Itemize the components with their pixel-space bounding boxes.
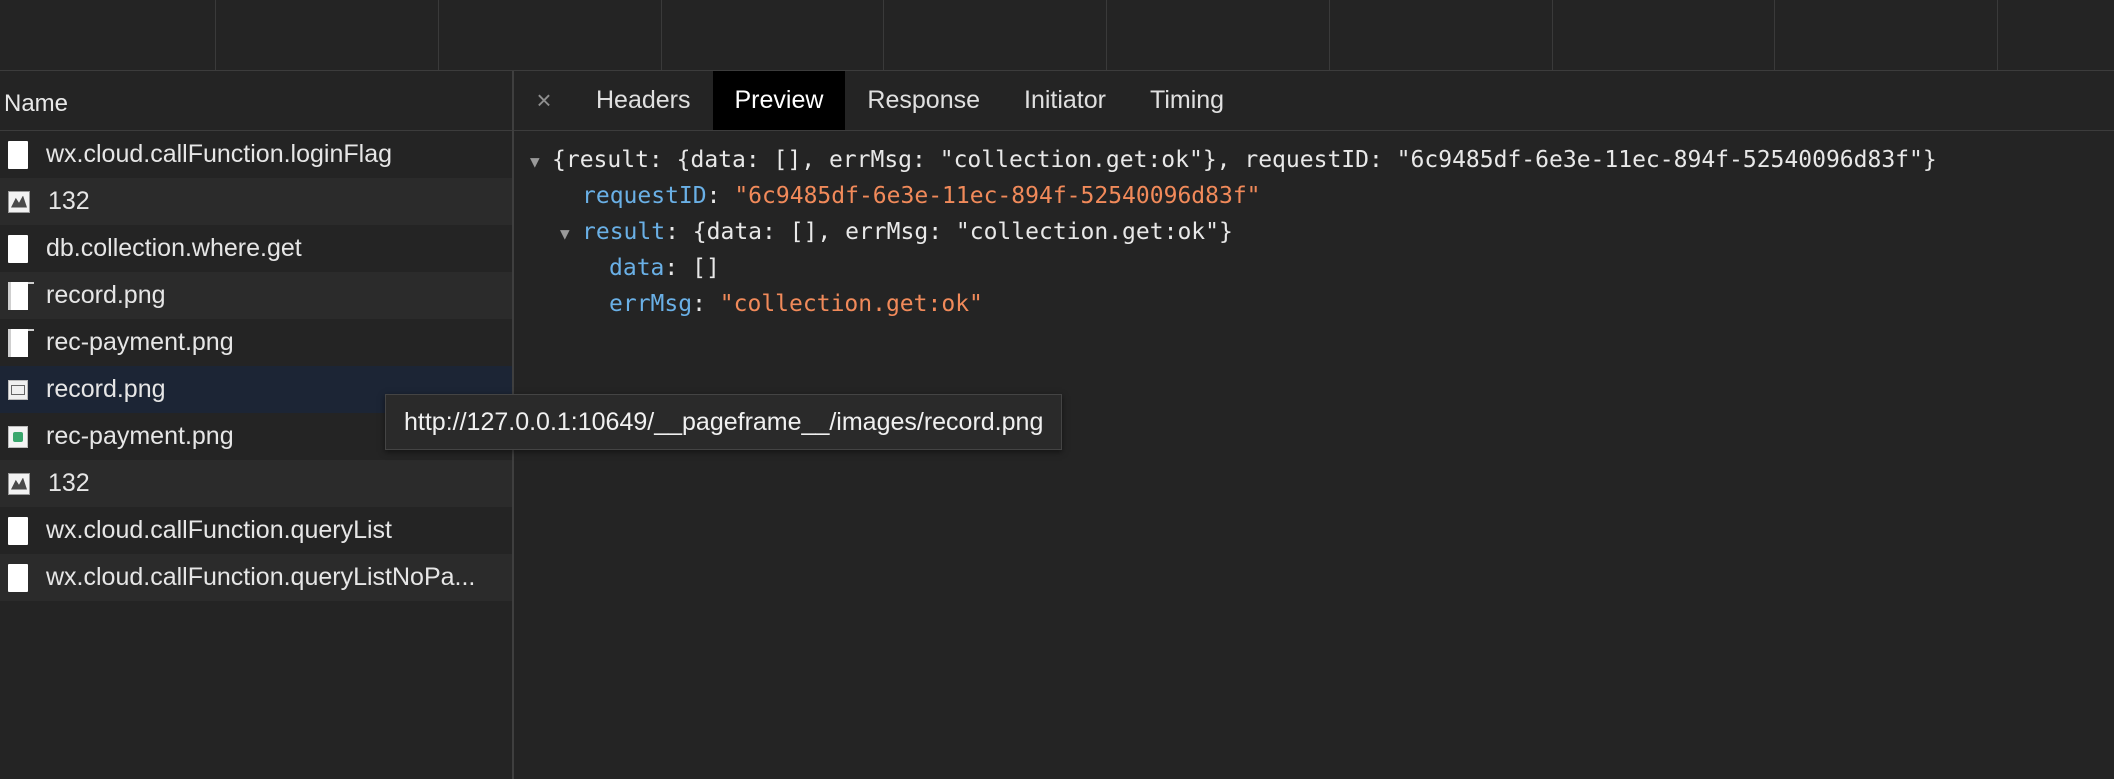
expand-triangle-icon[interactable]: ▼ (560, 218, 582, 250)
timeline-gridline (1997, 0, 1998, 70)
request-row[interactable]: 132 (0, 178, 512, 225)
image-thumbnail-icon (8, 190, 30, 213)
json-property-row: requestID: "6c9485df-6e3e-11ec-894f-5254… (582, 183, 1261, 209)
timeline-gridline (1329, 0, 1330, 70)
tab-initiator[interactable]: Initiator (1002, 71, 1128, 130)
image-thumbnail-icon (8, 472, 30, 495)
json-string-value: "collection.get:ok" (719, 291, 983, 317)
timeline-gridline (883, 0, 884, 70)
request-name: wx.cloud.callFunction.queryList (46, 516, 392, 544)
json-key: result (582, 219, 666, 245)
image-file-icon (8, 328, 34, 357)
request-row[interactable]: wx.cloud.callFunction.queryList (0, 507, 512, 554)
request-name: 132 (48, 187, 90, 215)
json-key: requestID (582, 183, 707, 209)
request-row[interactable]: wx.cloud.callFunction.loginFlag (0, 131, 512, 178)
json-key: errMsg (609, 291, 693, 317)
tab-response[interactable]: Response (845, 71, 1002, 130)
request-name: wx.cloud.callFunction.queryListNoPa... (46, 563, 476, 591)
json-preview-tree: ▼ {result: {data: [], errMsg: "collection… (530, 144, 1937, 324)
request-name: wx.cloud.callFunction.loginFlag (46, 140, 393, 168)
network-timeline-overview[interactable] (0, 0, 2114, 71)
tab-headers[interactable]: Headers (574, 71, 713, 130)
request-row[interactable]: db.collection.where.get (0, 225, 512, 272)
request-row[interactable]: rec-payment.png (0, 319, 512, 366)
request-name: record.png (46, 281, 166, 309)
details-tab-bar: × Headers Preview Response Initiator Tim… (514, 71, 2114, 131)
close-icon[interactable]: × (514, 71, 574, 130)
request-row[interactable]: record.png (0, 272, 512, 319)
timeline-gridline (215, 0, 216, 70)
document-icon (8, 140, 28, 169)
timeline-gridline (1774, 0, 1775, 70)
json-root-summary: {result: {data: [], errMsg: "collection.… (552, 147, 1937, 173)
timeline-gridline (1552, 0, 1553, 70)
name-column-header[interactable]: Name (0, 71, 512, 131)
request-name: record.png (46, 375, 166, 403)
request-name: db.collection.where.get (46, 234, 302, 262)
request-name: 132 (48, 469, 90, 497)
json-root-row[interactable]: ▼ {result: {data: [], errMsg: "collection… (530, 144, 1937, 180)
request-row[interactable]: 132 (0, 460, 512, 507)
image-thumbnail-icon (8, 379, 28, 400)
json-key: data (609, 255, 665, 281)
timeline-gridline (1106, 0, 1107, 70)
json-object-summary: {data: [], errMsg: "collection.get:ok"} (692, 219, 1233, 245)
json-property-row: data: [] (609, 255, 720, 281)
timeline-gridline (438, 0, 439, 70)
json-string-value: "6c9485df-6e3e-11ec-894f-52540096d83f" (734, 183, 1261, 209)
timeline-gridline (661, 0, 662, 70)
image-file-icon (8, 281, 34, 310)
url-tooltip: http://127.0.0.1:10649/__pageframe__/ima… (385, 394, 1063, 450)
image-thumbnail-icon (8, 425, 28, 448)
json-object-row[interactable]: ▼ result: {data: [], errMsg: "collection.… (530, 216, 1937, 252)
tab-preview[interactable]: Preview (712, 71, 846, 130)
document-icon (8, 234, 28, 263)
document-icon (8, 516, 28, 545)
request-name: rec-payment.png (46, 328, 234, 356)
expand-triangle-icon[interactable]: ▼ (530, 146, 552, 178)
tab-timing[interactable]: Timing (1128, 71, 1246, 130)
json-property-row: errMsg: "collection.get:ok" (609, 291, 983, 317)
request-row[interactable]: wx.cloud.callFunction.queryListNoPa... (0, 554, 512, 601)
request-name: rec-payment.png (46, 422, 234, 450)
document-icon (8, 563, 28, 592)
json-array-value: [] (692, 255, 720, 281)
